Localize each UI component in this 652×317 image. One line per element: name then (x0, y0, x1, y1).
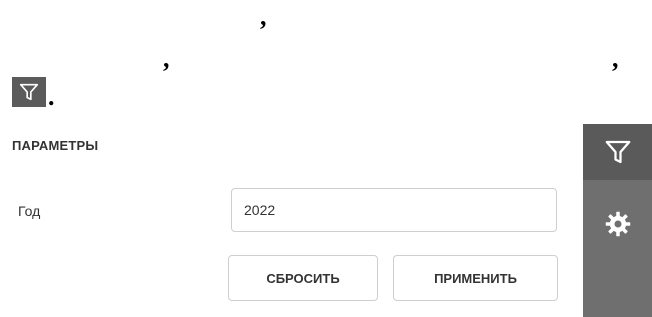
stray-comma: , (260, 2, 267, 31)
year-label: Год (18, 203, 41, 219)
apply-button[interactable]: ПРИМЕНИТЬ (393, 255, 558, 301)
filter-icon (605, 140, 630, 164)
panel-title: ПАРАМЕТРЫ (12, 138, 99, 153)
stray-comma: , (612, 44, 619, 73)
reset-button[interactable]: СБРОСИТЬ (228, 255, 378, 301)
rail-filter-button[interactable] (583, 124, 652, 180)
gear-icon (605, 211, 630, 237)
stray-comma: , (163, 44, 170, 73)
filter-icon (19, 83, 39, 101)
right-sidebar-rail (583, 124, 652, 317)
rail-settings-button[interactable] (583, 204, 652, 244)
stray-period: . (48, 82, 55, 111)
year-input[interactable] (231, 188, 557, 232)
inline-filter-icon-box (12, 77, 46, 107)
